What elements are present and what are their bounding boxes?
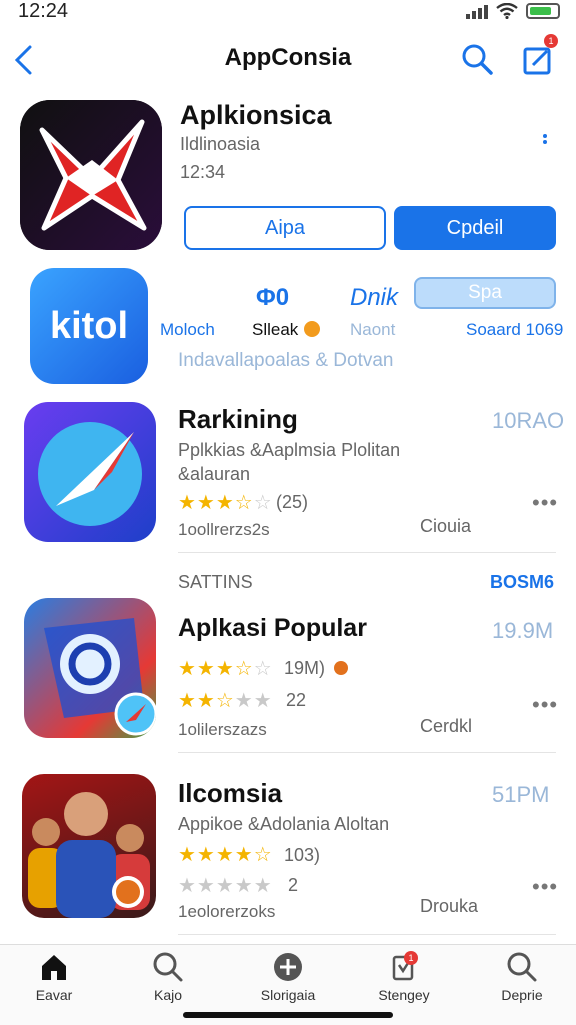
third-title: Ilcomsia (178, 778, 283, 808)
tab-label: Stengey (378, 987, 430, 1003)
kitol-app-icon[interactable]: kitol (30, 268, 148, 384)
third-rating-count: 2 (288, 875, 299, 895)
tab-label: Eavar (35, 987, 73, 1003)
divider (178, 752, 556, 753)
tab-home[interactable]: Eavar (6, 951, 102, 1003)
compose-icon[interactable] (522, 44, 554, 76)
update-button[interactable]: Cpdeil (394, 206, 556, 250)
x-logo-icon (20, 100, 162, 250)
chat-bubble-icon (44, 618, 156, 736)
tab-search[interactable]: Kajo (120, 951, 216, 1003)
third-star-rating-1: ★★★★☆ (178, 844, 273, 866)
divider (178, 552, 556, 553)
status-time: 12:24 (18, 0, 69, 22)
popular-rating-count: 22 (286, 690, 307, 710)
notification-badge: 1 (544, 34, 558, 48)
promo-pill-button[interactable]: Spa (414, 277, 556, 309)
ranking-rating-count: (25) (276, 492, 309, 512)
section-see-all-link[interactable]: BOSM6 (490, 572, 554, 593)
third-more-icon[interactable]: ••• (532, 874, 558, 900)
tab-add[interactable]: Slorigaia (240, 951, 336, 1003)
children-photo-icon (28, 792, 150, 918)
ranking-desc-1: Pplkkias &Aaplmsia Plolitan (178, 440, 401, 460)
popular-star-rating-1: ★★★☆☆ (178, 658, 273, 680)
popular-rating-text: 19M) (284, 658, 326, 678)
promo-label-4: Soaard 1069 (466, 320, 564, 339)
ranking-tag: Ciouia (420, 516, 472, 536)
home-icon (42, 955, 66, 980)
nav-header: AppConsia 1 (0, 34, 576, 84)
promo-price: Φ0 (256, 284, 290, 311)
popular-size: 19.9M (492, 618, 554, 643)
open-button[interactable]: Aipa (184, 206, 386, 250)
tab-badge: 1 (404, 951, 418, 965)
featured-app-icon[interactable] (20, 100, 162, 250)
tab-label: Slorigaia (260, 987, 316, 1003)
promo-caption: Indavallapoalas & Dotvan (178, 350, 394, 371)
promo-label-2: Slleak (252, 320, 299, 339)
compass-icon (38, 422, 142, 526)
tab-updates[interactable]: Stengey 1 (356, 951, 452, 1003)
battery-icon (526, 3, 560, 19)
popular-more-icon[interactable]: ••• (532, 692, 558, 718)
featured-app-subtitle: Ildlinoasia (180, 134, 261, 154)
third-rating-text: 103) (284, 845, 321, 865)
plus-circle-icon (274, 953, 302, 981)
tab-label: Kajo (153, 987, 183, 1003)
third-tag: Drouka (420, 896, 479, 916)
ranking-app-icon[interactable] (24, 402, 156, 542)
popular-star-rating-2: ★★☆★★ (178, 690, 273, 712)
wifi-icon (496, 3, 518, 19)
search-icon (507, 952, 537, 982)
third-date: 1eolorerzoks (178, 902, 276, 921)
coin-icon (334, 661, 348, 675)
featured-app-name: Aplkionsica (180, 100, 332, 130)
home-indicator (183, 1012, 393, 1018)
divider (178, 934, 556, 935)
ranking-date: 1oollrerzs2s (178, 520, 270, 539)
featured-app-time: 12:34 (180, 162, 226, 182)
more-options-icon[interactable] (540, 132, 550, 152)
third-size: 51PM (492, 782, 550, 807)
search-icon (153, 952, 183, 982)
third-star-rating-2: ★★★★★ (178, 875, 273, 897)
popular-app-icon[interactable] (24, 598, 156, 738)
kitol-logo-text: kitol (49, 304, 129, 347)
popular-tag: Cerdkl (420, 716, 473, 736)
third-app-icon[interactable] (22, 774, 156, 918)
ranking-desc-2: &alauran (178, 464, 251, 484)
coin-icon (304, 321, 320, 337)
third-desc: Appikoe &Adolania Aloltan (178, 814, 390, 834)
popular-title: Aplkasi Popular (178, 614, 367, 642)
promo-label-3: Naont (350, 320, 396, 339)
ranking-size: 10RAO (492, 408, 565, 433)
ranking-star-rating: ★★★☆☆ (178, 492, 273, 514)
ranking-title: Rarkining (178, 404, 298, 434)
promo-label-1: Moloch (160, 320, 215, 339)
search-icon[interactable] (460, 42, 494, 76)
status-bar: 12:24 (0, 0, 576, 28)
popular-date: 1olilerszazs (178, 720, 267, 739)
ranking-more-icon[interactable]: ••• (532, 490, 558, 516)
signal-icon (466, 3, 488, 19)
tab-label: Deprie (501, 987, 543, 1003)
promo-price-secondary: Dnik (350, 284, 399, 311)
tab-search-2[interactable]: Deprie (474, 951, 570, 1003)
section-title: SATTINS (178, 572, 253, 592)
status-icons (466, 3, 560, 19)
